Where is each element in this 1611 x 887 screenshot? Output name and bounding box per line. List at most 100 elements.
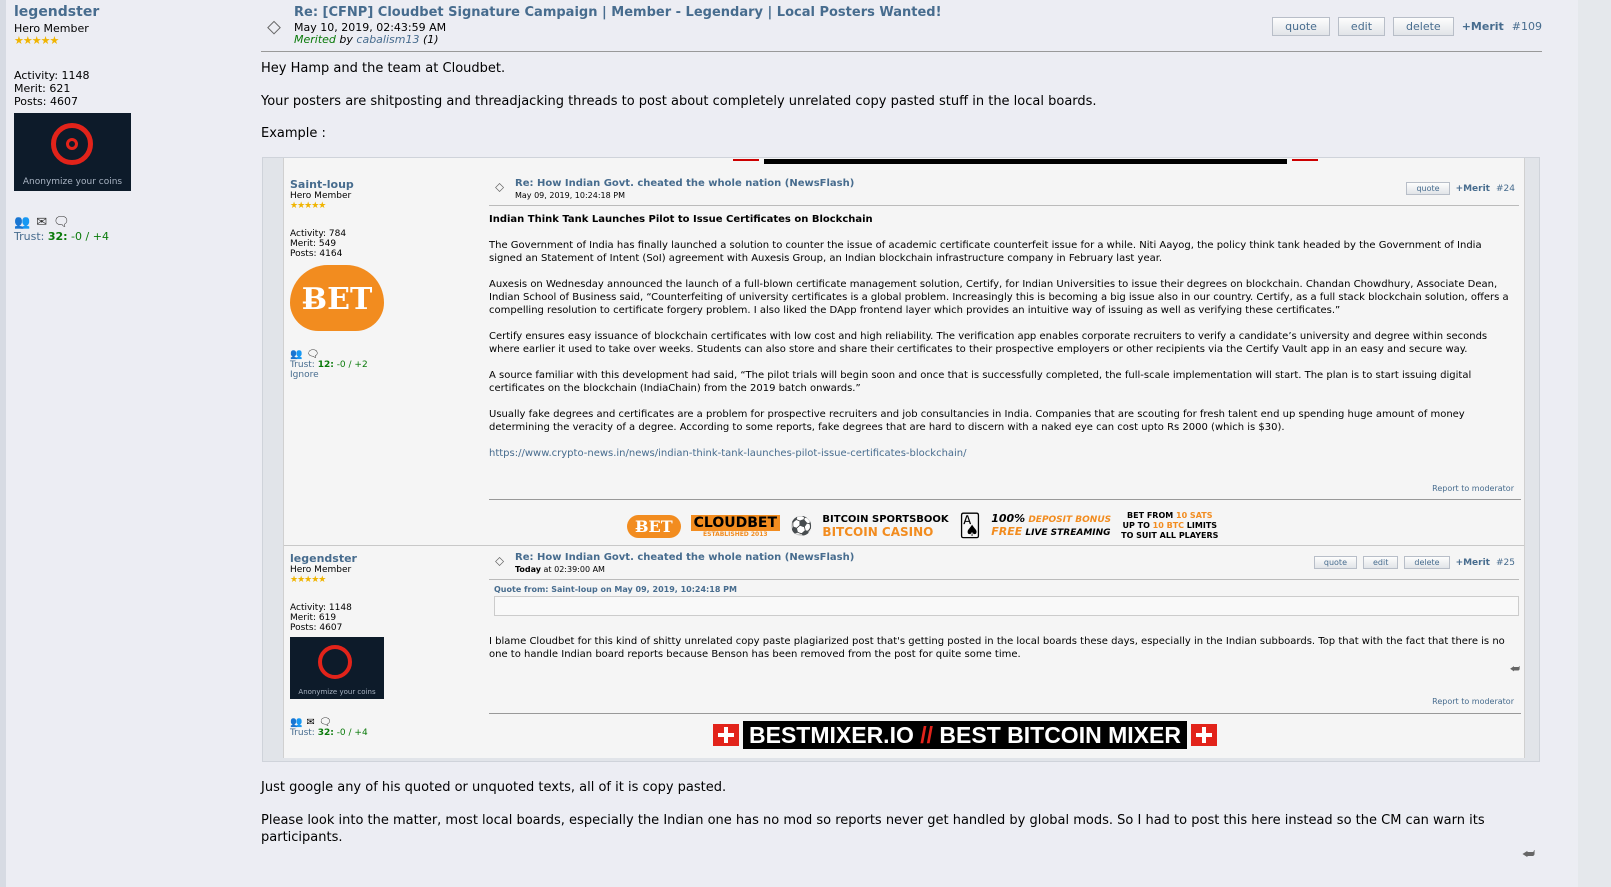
btc-label: 10 BTC <box>1152 521 1185 530</box>
email-icon[interactable]: ✉ <box>306 717 318 728</box>
embed2-merit: Merit: 619 <box>290 613 337 623</box>
post-para-2: Your posters are shitposting and threadj… <box>261 94 1097 109</box>
embedded-screenshot: Saint-loup Hero Member ★★★★★ Activity: 7… <box>262 157 1540 762</box>
embed1-posts: Posts: 4164 <box>290 249 343 259</box>
embed1-poster-info: Saint-loup Hero Member ★★★★★ Activity: 7… <box>290 178 470 380</box>
profile-icon[interactable]: 👥 <box>14 215 36 230</box>
avatar-caption: Anonymize your coins <box>298 688 376 696</box>
poster-activity: Activity: 1148 <box>14 69 90 82</box>
merited-prefix: Merited <box>294 33 336 46</box>
embed2-poster-rank: Hero Member <box>290 565 352 575</box>
embed1-header: ⬦ Re: How Indian Govt. cheated the whole… <box>489 178 1519 206</box>
merit-button[interactable]: +Merit <box>1462 20 1504 33</box>
poster-posts: Posts: 4607 <box>14 95 78 108</box>
post-icon: ⬦ <box>495 554 505 569</box>
sats-label: 10 SATS <box>1176 511 1213 520</box>
poster-name[interactable]: legendster <box>14 4 254 20</box>
merit-button[interactable]: +Merit <box>1456 558 1490 568</box>
merited-line: Merited by cabalism13 (1) <box>294 33 439 46</box>
reply-icon[interactable]: ⮨ <box>1510 662 1520 676</box>
post-para-3: Example : <box>261 126 326 141</box>
embed1-poster-rank: Hero Member <box>290 191 352 201</box>
quote-button[interactable]: quote <box>1406 182 1450 195</box>
bestmixer-signature-banner[interactable]: BESTMIXER.IO // BEST BITCOIN MIXER <box>713 721 1217 749</box>
avatar-logo-icon <box>318 645 352 679</box>
post-icon: ⬦ <box>495 180 505 195</box>
quote-header[interactable]: Quote from: Saint-loup on May 09, 2019, … <box>494 585 737 594</box>
embed2-activity: Activity: 1148 <box>290 603 352 613</box>
trust-rest: -0 / +2 <box>333 360 368 370</box>
banner-fragment <box>764 159 1287 164</box>
soccer-ball-icon: ⚽ <box>790 515 813 537</box>
casino-label: BITCOIN CASINO <box>822 525 934 539</box>
post-header: ⬦ Re: [CFNP] Cloudbet Signature Campaign… <box>261 4 1542 52</box>
embed1-para: Usually fake degrees and certificates ar… <box>489 409 1465 433</box>
post-number[interactable]: #25 <box>1496 558 1515 568</box>
embed2-poster-info: legendster Hero Member ★★★★★ Activity: 1… <box>290 552 470 738</box>
trust-value: 12: <box>317 360 334 370</box>
embed1-link[interactable]: https://www.crypto-news.in/news/indian-t… <box>489 447 1514 460</box>
embed2-poster-name[interactable]: legendster <box>290 552 470 565</box>
edit-button[interactable]: edit <box>1363 556 1399 569</box>
embed2-buttons: quote edit delete +Merit #25 <box>1313 556 1515 569</box>
message-icon[interactable]: 🗨 <box>306 349 323 360</box>
bestmixer-a: BESTMIXER.IO <box>749 722 921 748</box>
merited-user-link[interactable]: cabalism13 <box>356 33 419 46</box>
trust-value: 32: <box>317 728 334 738</box>
delete-button[interactable]: delete <box>1393 17 1454 36</box>
embed2-avatar: Anonymize your coins <box>290 637 384 699</box>
profile-icon[interactable]: 👥 <box>290 349 306 360</box>
report-link[interactable]: Report to moderator <box>1432 484 1514 493</box>
main-post: ⬦ Re: [CFNP] Cloudbet Signature Campaign… <box>261 4 1542 142</box>
trust-rest: -0 / +4 <box>333 728 368 738</box>
delete-button[interactable]: delete <box>1404 556 1450 569</box>
post-para-5: Please look into the matter, most local … <box>261 813 1485 845</box>
embed2-icons: 👥✉🗨 <box>290 717 470 728</box>
embed2-title[interactable]: Re: How Indian Govt. cheated the whole n… <box>515 552 854 563</box>
merit-button[interactable]: +Merit <box>1456 184 1490 194</box>
bet-logo: ɃET <box>627 514 681 538</box>
reply-icon[interactable]: ⮨ <box>1522 846 1535 862</box>
trust-score[interactable]: Trust: 32: -0 / +4 <box>14 230 254 243</box>
limits-text: BET FROM 10 SATS UP TO 10 BTC LIMITS TO … <box>1121 511 1218 541</box>
embed1-poster-name[interactable]: Saint-loup <box>290 178 470 191</box>
ignore-link[interactable]: Ignore <box>290 370 470 380</box>
embed1-trust[interactable]: Trust: 12: -0 / +2 <box>290 360 470 370</box>
quote-button[interactable]: quote <box>1313 556 1357 569</box>
avatar-caption: Anonymize your coins <box>22 177 123 187</box>
poster-info: legendster Hero Member ★★★★★ Activity: 1… <box>14 4 254 243</box>
post-title[interactable]: Re: [CFNP] Cloudbet Signature Campaign |… <box>294 5 942 20</box>
cloudbet-signature-banner[interactable]: ɃET CLOUDBET ESTABLISHED 2013 ⚽ BITCOIN … <box>627 506 1387 546</box>
embed1-title[interactable]: Re: How Indian Govt. cheated the whole n… <box>515 178 854 189</box>
embed2-header: ⬦ Re: How Indian Govt. cheated the whole… <box>489 552 1519 580</box>
quote-button[interactable]: quote <box>1272 17 1330 36</box>
poster-icons: 👥✉🗨 <box>14 215 254 230</box>
message-icon[interactable]: 🗨 <box>319 717 336 728</box>
email-icon[interactable]: ✉ <box>36 215 53 230</box>
rank-stars-icon: ★★★★★ <box>290 201 326 211</box>
message-icon[interactable]: 🗨 <box>53 215 76 230</box>
embed1-date: May 09, 2019, 10:24:18 PM <box>515 191 625 200</box>
post-icon: ⬦ <box>267 14 281 38</box>
free-label: FREE <box>991 525 1023 538</box>
cloudbet-logo: CLOUDBET ESTABLISHED 2013 <box>690 514 780 538</box>
page-scrollbar[interactable] <box>1578 0 1611 887</box>
established-text: ESTABLISHED 2013 <box>703 530 768 538</box>
sportsbook-text: BITCOIN SPORTSBOOK BITCOIN CASINO <box>822 514 948 538</box>
limits-label: LIMITS <box>1184 521 1218 530</box>
embed2-body: I blame Cloudbet for this kind of shitty… <box>489 636 1505 660</box>
embed2-posts: Posts: 4607 <box>290 623 343 633</box>
post-number[interactable]: #24 <box>1496 184 1515 194</box>
edit-button[interactable]: edit <box>1337 17 1386 36</box>
deposit-pct: 100% <box>991 512 1026 525</box>
post-para-1: Hey Hamp and the team at Cloudbet. <box>261 61 506 76</box>
trust-rest: -0 / +4 <box>67 230 109 243</box>
embed1-body: Indian Think Tank Launches Pilot to Issu… <box>489 213 1514 473</box>
trust-label: Trust: <box>14 230 48 243</box>
bet-from: BET FROM <box>1127 511 1177 520</box>
profile-icon[interactable]: 👥 <box>290 717 306 728</box>
bestmixer-sep: // <box>920 722 934 748</box>
embed2-trust[interactable]: Trust: 32: -0 / +4 <box>290 728 470 738</box>
post-number[interactable]: #109 <box>1512 20 1542 33</box>
report-link[interactable]: Report to moderator <box>1432 697 1514 706</box>
